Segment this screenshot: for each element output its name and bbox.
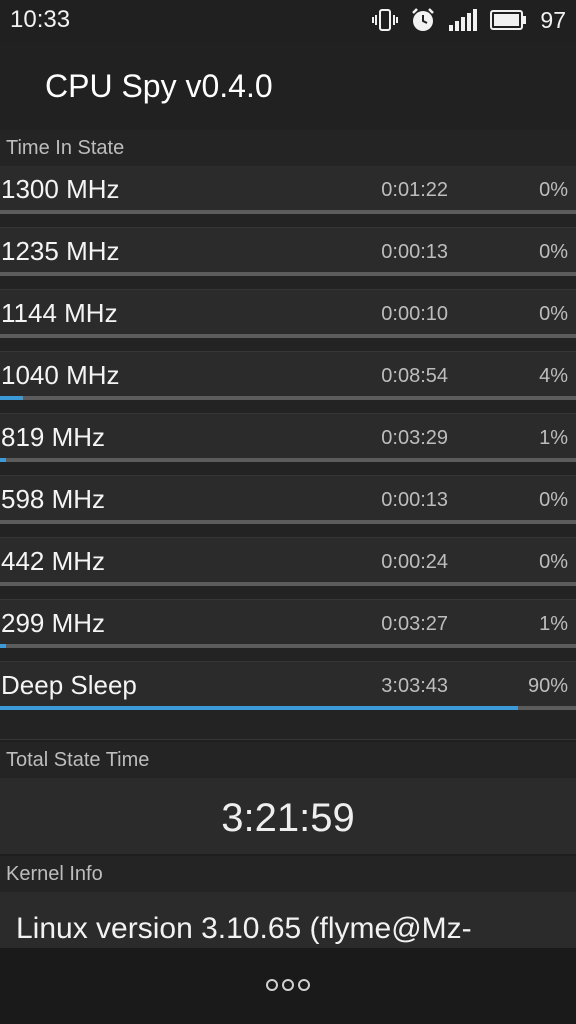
state-label: 1040 MHz (1, 360, 120, 390)
row-divider (0, 400, 576, 414)
state-row: 299 MHz 0:03:27 1% (0, 600, 576, 662)
state-row: 598 MHz 0:00:13 0% (0, 476, 576, 538)
state-percent: 0% (539, 179, 568, 201)
state-row: 442 MHz 0:00:24 0% (0, 538, 576, 600)
state-percent: 90% (527, 675, 568, 697)
total-state-time-value: 3:21:59 (221, 796, 355, 840)
status-icons: 97 (372, 5, 566, 35)
row-divider (0, 586, 576, 600)
state-row: 1300 MHz 0:01:22 0% (0, 166, 576, 228)
status-time: 10:33 (10, 6, 71, 33)
state-time: 0:03:27 (381, 613, 448, 635)
total-state-time-box: 3:21:59 (0, 778, 576, 854)
state-percent: 1% (539, 613, 568, 635)
app-bar: CPU Spy v0.4.0 (0, 42, 576, 130)
state-percent: 1% (539, 427, 568, 449)
state-time: 0:00:13 (381, 241, 448, 263)
kernel-info-header: Kernel Info (0, 856, 576, 892)
state-label: 1235 MHz (1, 236, 120, 266)
state-row: 819 MHz 0:03:29 1% (0, 414, 576, 476)
state-row: 1040 MHz 0:08:54 4% (0, 352, 576, 414)
state-time: 0:00:13 (381, 489, 448, 511)
state-label: 1144 MHz (1, 298, 118, 328)
state-row: 1235 MHz 0:00:13 0% (0, 228, 576, 290)
total-state-time-header: Total State Time (0, 742, 576, 778)
state-label: Deep Sleep (1, 670, 137, 700)
state-time: 0:00:24 (381, 551, 448, 573)
state-label: 819 MHz (1, 422, 106, 452)
more-dot-icon (266, 979, 278, 991)
bottom-bar (0, 948, 576, 1024)
state-percent: 0% (539, 303, 568, 325)
state-row: Deep Sleep 3:03:43 90% (0, 662, 576, 740)
state-time: 0:03:29 (381, 427, 448, 449)
state-list: 1300 MHz 0:01:22 0% 1235 MHz 0:00:13 0% 1144 M… (0, 166, 576, 740)
row-divider (0, 462, 576, 476)
app-title: CPU Spy v0.4.0 (45, 68, 273, 104)
state-percent: 0% (539, 241, 568, 263)
more-dot-icon (298, 979, 310, 991)
battery-level: 97 (540, 6, 566, 33)
state-percent: 4% (539, 365, 568, 387)
state-percent: 0% (539, 489, 568, 511)
battery-icon (490, 10, 527, 30)
row-divider (0, 710, 576, 740)
row-divider (0, 214, 576, 228)
signal-icon (449, 9, 478, 31)
row-divider (0, 276, 576, 290)
state-label: 1300 MHz (1, 174, 120, 204)
state-time: 3:03:43 (381, 675, 448, 697)
alarm-icon (412, 8, 435, 31)
kernel-info-box: Linux version 3.10.65 (flyme@Mz- (0, 892, 576, 948)
kernel-info-text: Linux version 3.10.65 (flyme@Mz- (16, 912, 472, 945)
state-time: 0:01:22 (381, 179, 448, 201)
row-divider (0, 648, 576, 662)
row-divider (0, 338, 576, 352)
more-dot-icon (282, 979, 294, 991)
state-time: 0:00:10 (381, 303, 448, 325)
vibrate-icon (372, 9, 399, 31)
state-row: 1144 MHz 0:00:10 0% (0, 290, 576, 352)
status-bar: 10:33 97 (0, 0, 576, 42)
state-label: 299 MHz (1, 608, 106, 638)
time-in-state-header: Time In State (0, 130, 576, 166)
state-time: 0:08:54 (381, 365, 448, 387)
state-percent: 0% (539, 551, 568, 573)
row-divider (0, 524, 576, 538)
state-label: 442 MHz (1, 546, 106, 576)
more-options-button[interactable] (258, 974, 318, 996)
state-label: 598 MHz (1, 484, 106, 514)
